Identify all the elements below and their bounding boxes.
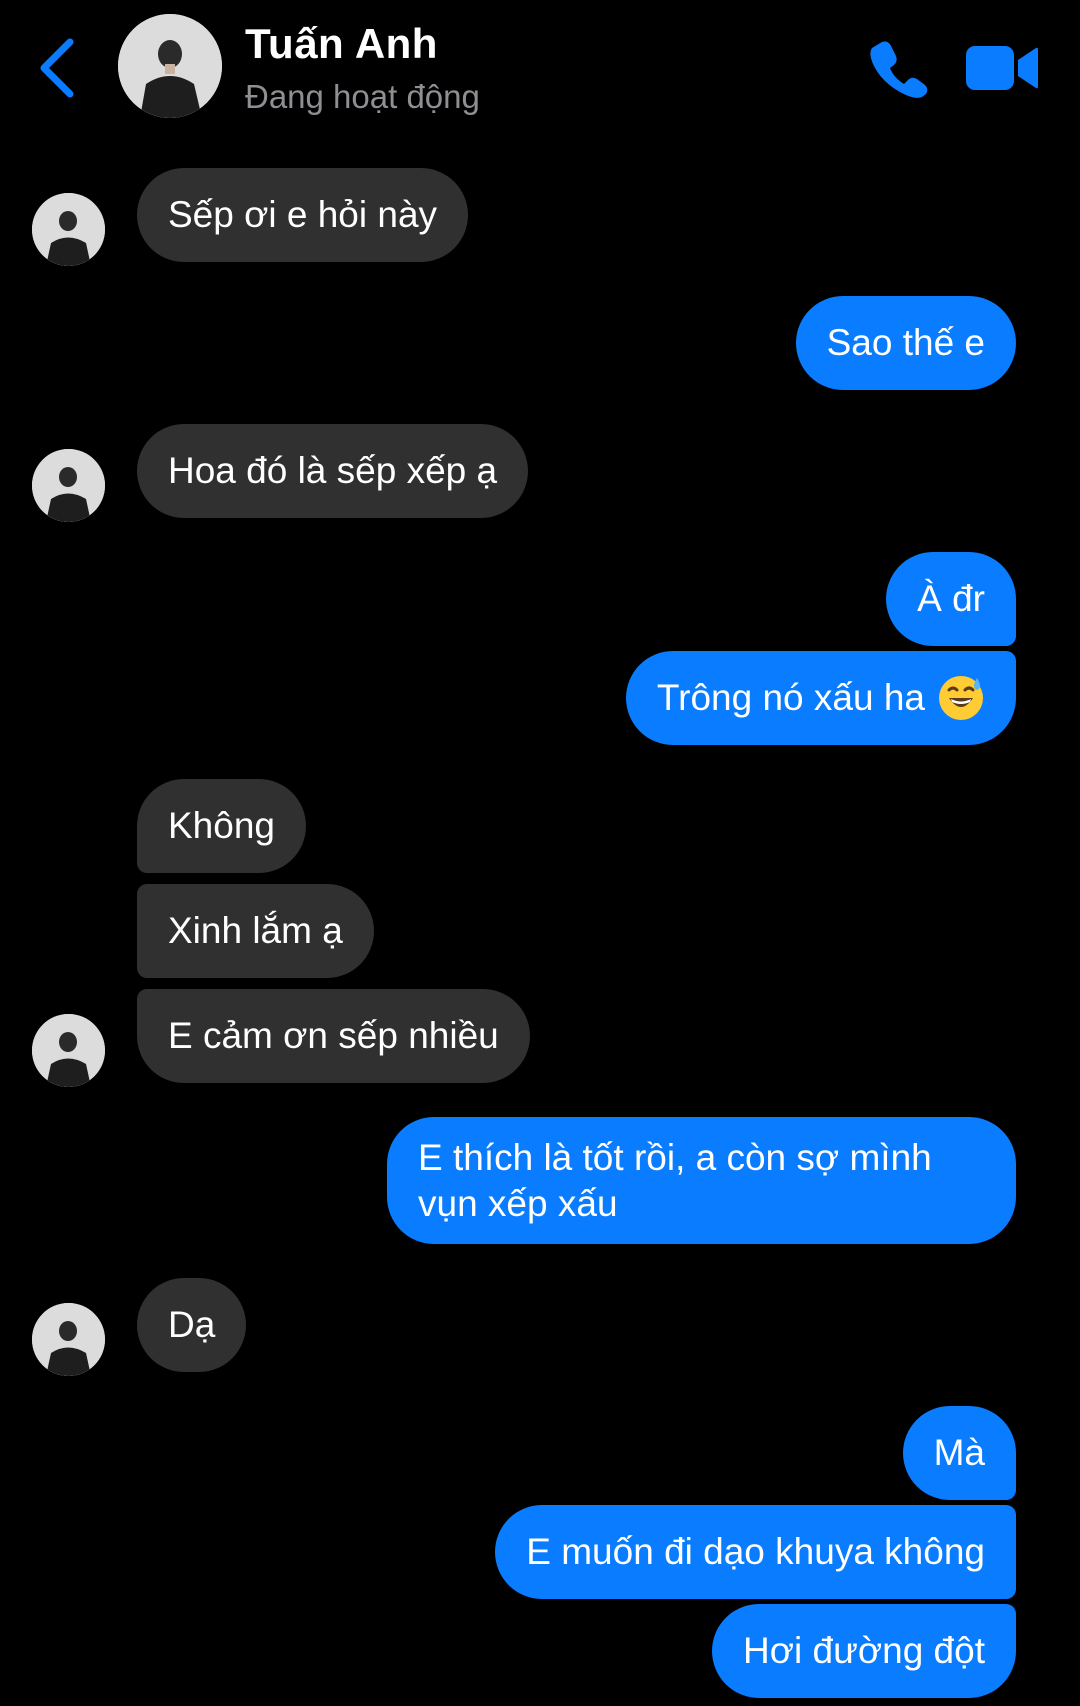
chat-header: Tuấn Anh Đang hoạt động: [0, 0, 1080, 140]
incoming-message[interactable]: Xinh lắm ạ: [137, 884, 374, 978]
outgoing-message[interactable]: Trông nó xấu ha: [625, 651, 1016, 745]
video-camera-icon[interactable]: [966, 44, 1038, 92]
message-text: Xinh lắm ạ: [168, 910, 343, 951]
outgoing-message[interactable]: Hơi đường đột: [712, 1604, 1016, 1698]
contact-avatar[interactable]: [32, 193, 105, 266]
message-text: Sếp ơi e hỏi này: [168, 194, 438, 235]
message-text: Dạ: [168, 1304, 216, 1345]
outgoing-message[interactable]: E thích là tốt rồi, a còn sợ mình vụn xế…: [387, 1117, 1016, 1244]
phone-icon[interactable]: [868, 38, 928, 98]
contact-avatar[interactable]: [32, 1014, 105, 1087]
contact-avatar[interactable]: [118, 14, 222, 118]
contact-name[interactable]: Tuấn Anh: [245, 20, 438, 68]
incoming-message[interactable]: Hoa đó là sếp xếp ạ: [137, 424, 529, 518]
message-text: Không: [168, 805, 275, 846]
message-text: E thích là tốt rồi, a còn sợ mình vụn xế…: [418, 1136, 932, 1224]
contact-status: Đang hoạt động: [245, 78, 480, 115]
outgoing-message[interactable]: À đr: [886, 552, 1016, 646]
grinning-sweat-emoji-icon: [939, 676, 983, 720]
incoming-message[interactable]: E cảm ơn sếp nhiều: [137, 989, 530, 1083]
message-text: Hơi đường đột: [743, 1630, 985, 1671]
incoming-message[interactable]: Không: [137, 779, 306, 873]
message-text: Mà: [933, 1432, 985, 1473]
message-text: À đr: [917, 578, 985, 619]
outgoing-message[interactable]: E muốn đi dạo khuya không: [495, 1505, 1016, 1599]
message-text: Sao thế e: [826, 322, 985, 363]
message-text: E cảm ơn sếp nhiều: [168, 1015, 499, 1056]
contact-avatar[interactable]: [32, 1303, 105, 1376]
message-text: E muốn đi dạo khuya không: [526, 1531, 985, 1572]
message-text: Trông nó xấu ha: [656, 677, 925, 718]
incoming-message[interactable]: Sếp ơi e hỏi này: [137, 168, 469, 262]
outgoing-message[interactable]: Sao thế e: [795, 296, 1016, 390]
message-text: Hoa đó là sếp xếp ạ: [168, 450, 498, 491]
contact-avatar[interactable]: [32, 449, 105, 522]
chevron-left-icon[interactable]: [36, 36, 78, 100]
outgoing-message[interactable]: Mà: [902, 1406, 1016, 1500]
incoming-message[interactable]: Dạ: [137, 1278, 247, 1372]
